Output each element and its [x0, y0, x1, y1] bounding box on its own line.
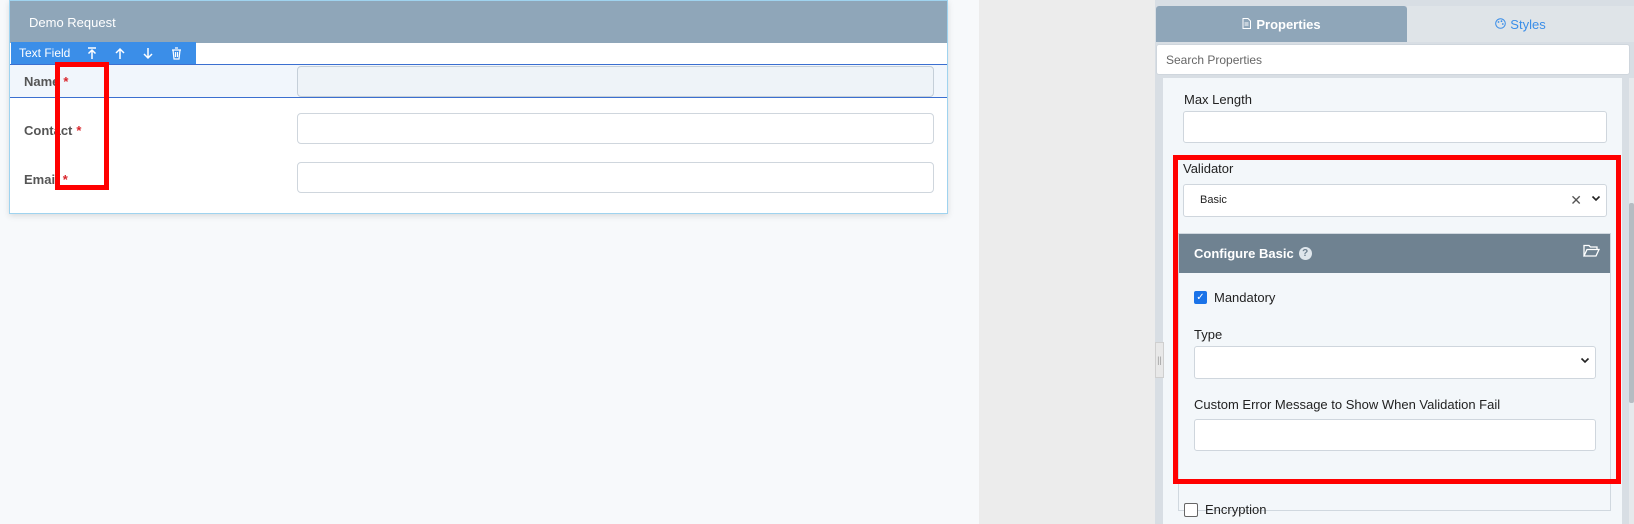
name-input[interactable] — [297, 66, 934, 97]
arrow-down-icon[interactable] — [134, 42, 162, 64]
mandatory-label: Mandatory — [1214, 290, 1276, 305]
configure-basic-header: Configure Basic ? — [1179, 234, 1610, 273]
validator-select[interactable]: Basic ✕ — [1183, 184, 1607, 217]
configure-basic-card: Configure Basic ? ✓ Mandatory Type Custo… — [1178, 233, 1611, 511]
mandatory-checkbox[interactable]: ✓ — [1194, 291, 1207, 304]
tab-styles[interactable]: Styles — [1407, 6, 1634, 42]
encryption-checkbox[interactable] — [1184, 502, 1198, 517]
encryption-row: Encryption — [1184, 502, 1266, 517]
required-mark: * — [62, 172, 68, 187]
name-row[interactable]: Name * — [10, 64, 947, 98]
panel-tabs: Properties Styles — [1155, 6, 1634, 42]
form-title: Demo Request — [29, 14, 116, 30]
chevron-down-icon — [1591, 192, 1601, 206]
type-label: Type — [1194, 327, 1223, 342]
field-toolbar: Text Field — [11, 42, 196, 64]
help-icon[interactable]: ? — [1298, 247, 1312, 260]
clear-icon[interactable]: ✕ — [1570, 192, 1582, 209]
folder-open-icon[interactable] — [1582, 244, 1601, 260]
contact-row[interactable]: Contact * — [10, 112, 947, 146]
validator-value: Basic — [1200, 194, 1227, 206]
arrow-up-icon[interactable] — [106, 42, 134, 64]
tab-styles-label: Styles — [1510, 16, 1546, 32]
field-type-label: Text Field — [19, 46, 71, 60]
move-top-icon[interactable] — [78, 42, 106, 64]
name-label: Name * — [24, 74, 69, 89]
chevron-down-icon — [1580, 354, 1590, 368]
encryption-label: Encryption — [1205, 502, 1267, 517]
email-row[interactable]: Email * — [10, 161, 947, 195]
palette-icon — [1495, 17, 1507, 32]
email-input[interactable] — [297, 162, 934, 193]
error-message-label: Custom Error Message to Show When Valida… — [1194, 397, 1501, 412]
configure-basic-title: Configure Basic — [1194, 246, 1294, 261]
form-canvas: Demo Request Text Field Name * Contact * E… — [9, 0, 948, 214]
scrollbar-thumb[interactable] — [1629, 203, 1634, 403]
properties-body: Max Length Validator Basic ✕ Configure B… — [1163, 78, 1622, 524]
properties-scrollbar[interactable] — [1629, 78, 1634, 524]
email-label: Email * — [24, 172, 68, 187]
type-select[interactable] — [1194, 346, 1596, 379]
max-length-label: Max Length — [1184, 92, 1252, 107]
required-mark: * — [76, 123, 82, 138]
search-properties-input[interactable] — [1156, 44, 1630, 75]
contact-label: Contact * — [24, 123, 82, 138]
canvas-gutter — [979, 0, 1155, 524]
tab-properties-label: Properties — [1256, 16, 1321, 32]
mandatory-row: ✓ Mandatory — [1194, 290, 1275, 305]
form-title-bar: Demo Request — [10, 1, 947, 43]
document-icon — [1242, 17, 1252, 32]
error-message-input[interactable] — [1194, 419, 1596, 451]
contact-input[interactable] — [297, 113, 934, 144]
panel-resize-handle[interactable]: || — [1155, 342, 1164, 378]
tab-properties[interactable]: Properties — [1156, 6, 1407, 42]
trash-icon[interactable] — [162, 42, 190, 64]
max-length-input[interactable] — [1183, 111, 1607, 143]
properties-panel: Properties Styles Max Length Validator B… — [1155, 0, 1634, 524]
required-mark: * — [63, 74, 69, 89]
validator-label: Validator — [1183, 161, 1234, 176]
